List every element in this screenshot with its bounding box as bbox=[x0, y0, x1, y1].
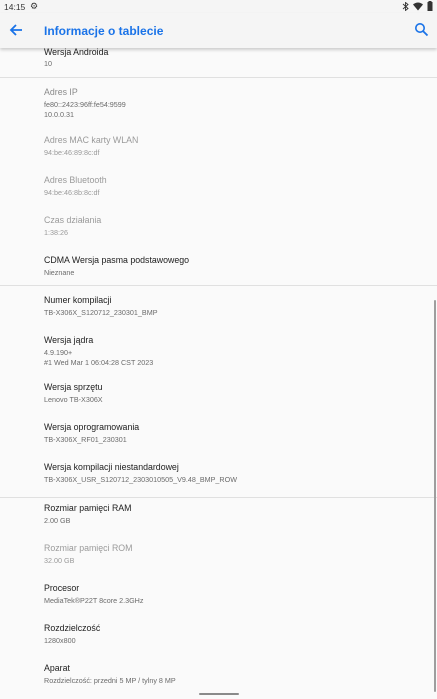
arrow-back-icon[interactable] bbox=[8, 22, 24, 38]
list-item-cdma-baseband[interactable]: CDMA Wersja pasma podstawowego Nieznane bbox=[0, 247, 437, 287]
item-summary: 94:be:46:89:8c:df bbox=[44, 148, 100, 157]
item-title: CDMA Wersja pasma podstawowego bbox=[44, 255, 190, 265]
item-title: Aparat bbox=[44, 663, 70, 673]
item-summary: MediaTek®P22T 8core 2.3GHz bbox=[44, 596, 144, 605]
item-title: Adres MAC karty WLAN bbox=[44, 135, 139, 145]
item-title: Wersja oprogramowania bbox=[44, 422, 140, 432]
item-title: Rozmiar pamięci RAM bbox=[44, 503, 132, 513]
list-item-build-number[interactable]: Numer kompilacji TB-X306X_S120712_230301… bbox=[0, 285, 437, 325]
item-title: Rozmiar pamięci ROM bbox=[44, 543, 133, 553]
item-title: Wersja kompilacji niestandardowej bbox=[44, 462, 179, 472]
item-summary: TB-X306X_S120712_230301_BMP bbox=[44, 308, 158, 317]
navigation-handle[interactable] bbox=[199, 693, 239, 695]
item-summary: 1:38:26 bbox=[44, 228, 68, 237]
scrollbar[interactable] bbox=[434, 300, 436, 692]
item-summary: Lenovo TB-X306X bbox=[44, 395, 103, 404]
item-title: Wersja Androida bbox=[44, 47, 109, 57]
battery-icon bbox=[427, 1, 433, 11]
item-summary: 2.00 GB bbox=[44, 516, 71, 525]
item-summary-line2: #1 Wed Mar 1 06:04:28 CST 2023 bbox=[44, 358, 154, 367]
app-bar: Informacje o tablecie bbox=[0, 13, 437, 48]
item-title: Adres IP bbox=[44, 87, 78, 97]
item-title: Czas działania bbox=[44, 215, 102, 225]
status-bar: 14:15 ⚙ bbox=[0, 0, 437, 13]
item-summary: 94:be:46:8b:8c:df bbox=[44, 188, 100, 197]
wifi-icon bbox=[413, 2, 423, 10]
settings-list-build: Numer kompilacji TB-X306X_S120712_230301… bbox=[0, 285, 437, 496]
list-item-android-version[interactable]: Wersja Androida 10 bbox=[0, 47, 437, 77]
item-title: Wersja jądra bbox=[44, 335, 94, 345]
item-summary: 4.9.190+ bbox=[44, 348, 73, 357]
item-title: Adres Bluetooth bbox=[44, 175, 107, 185]
list-item-wlan-mac[interactable]: Adres MAC karty WLAN 94:be:46:89:8c:df bbox=[0, 127, 437, 167]
item-summary: TB-X306X_USR_S120712_2303010505_V9.48_BM… bbox=[44, 475, 237, 484]
item-summary: 32.00 GB bbox=[44, 556, 75, 565]
item-summary: Rozdzielczość: przedni 5 MP / tylny 8 MP bbox=[44, 676, 176, 685]
page-title: Informacje o tablecie bbox=[44, 24, 164, 38]
list-item-software-version[interactable]: Wersja oprogramowania TB-X306X_RF01_2303… bbox=[0, 414, 437, 454]
item-title: Wersja sprzętu bbox=[44, 382, 103, 392]
bluetooth-icon bbox=[402, 1, 409, 11]
search-icon[interactable] bbox=[414, 22, 429, 37]
item-summary: 1280x800 bbox=[44, 636, 76, 645]
list-item-hardware-version[interactable]: Wersja sprzętu Lenovo TB-X306X bbox=[0, 374, 437, 414]
list-item-processor[interactable]: Procesor MediaTek®P22T 8core 2.3GHz bbox=[0, 577, 437, 617]
status-time: 14:15 bbox=[4, 2, 26, 12]
item-summary: fe80::2423:96ff:fe54:9599 bbox=[44, 100, 126, 109]
item-title: Rozdzielczość bbox=[44, 623, 101, 633]
list-item-resolution[interactable]: Rozdzielczość 1280x800 bbox=[0, 617, 437, 657]
gear-icon: ⚙ bbox=[30, 1, 39, 11]
settings-list-hardware: Rozmiar pamięci RAM 2.00 GB Rozmiar pami… bbox=[0, 497, 437, 697]
list-item-ram-size[interactable]: Rozmiar pamięci RAM 2.00 GB bbox=[0, 497, 437, 537]
item-summary: TB-X306X_RF01_230301 bbox=[44, 435, 127, 444]
item-title: Procesor bbox=[44, 583, 80, 593]
list-item-rom-size[interactable]: Rozmiar pamięci ROM 32.00 GB bbox=[0, 537, 437, 577]
list-item-kernel-version[interactable]: Wersja jądra 4.9.190+ #1 Wed Mar 1 06:04… bbox=[0, 325, 437, 374]
settings-list: Wersja Androida 10 Adres IP fe80::2423:9… bbox=[0, 47, 437, 287]
list-item-camera[interactable]: Aparat Rozdzielczość: przedni 5 MP / tyl… bbox=[0, 657, 437, 697]
item-summary-line2: 10.0.0.31 bbox=[44, 110, 74, 119]
item-title: Numer kompilacji bbox=[44, 295, 112, 305]
list-item-custom-build[interactable]: Wersja kompilacji niestandardowej TB-X30… bbox=[0, 454, 437, 496]
list-item-uptime[interactable]: Czas działania 1:38:26 bbox=[0, 207, 437, 247]
item-summary: Nieznane bbox=[44, 268, 75, 277]
item-summary: 10 bbox=[44, 59, 52, 68]
status-icons bbox=[402, 1, 433, 11]
list-item-ip-address[interactable]: Adres IP fe80::2423:96ff:fe54:9599 10.0.… bbox=[0, 77, 437, 127]
list-item-bluetooth-address[interactable]: Adres Bluetooth 94:be:46:8b:8c:df bbox=[0, 167, 437, 207]
